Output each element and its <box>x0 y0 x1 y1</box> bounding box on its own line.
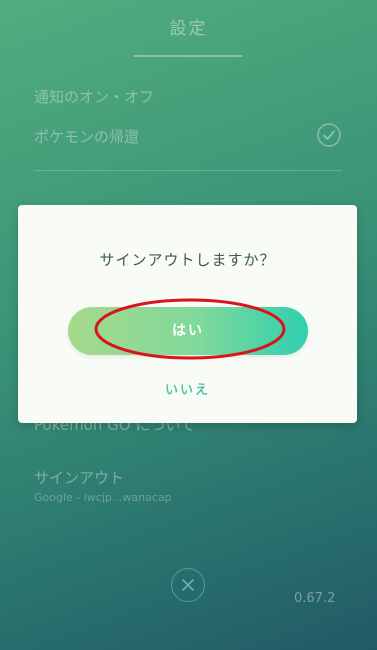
dialog-message: サインアウトしますか？ <box>99 251 276 269</box>
settings-screen: 設定 通知のオン・オフ ポケモンの帰還 Pokémon GO について サインア… <box>0 0 377 650</box>
yes-button-label: はい <box>172 323 204 339</box>
yes-button[interactable]: はい <box>68 307 308 355</box>
no-button[interactable]: いいえ <box>18 379 357 398</box>
signout-dialog: サインアウトしますか？ はい いいえ <box>18 205 357 423</box>
